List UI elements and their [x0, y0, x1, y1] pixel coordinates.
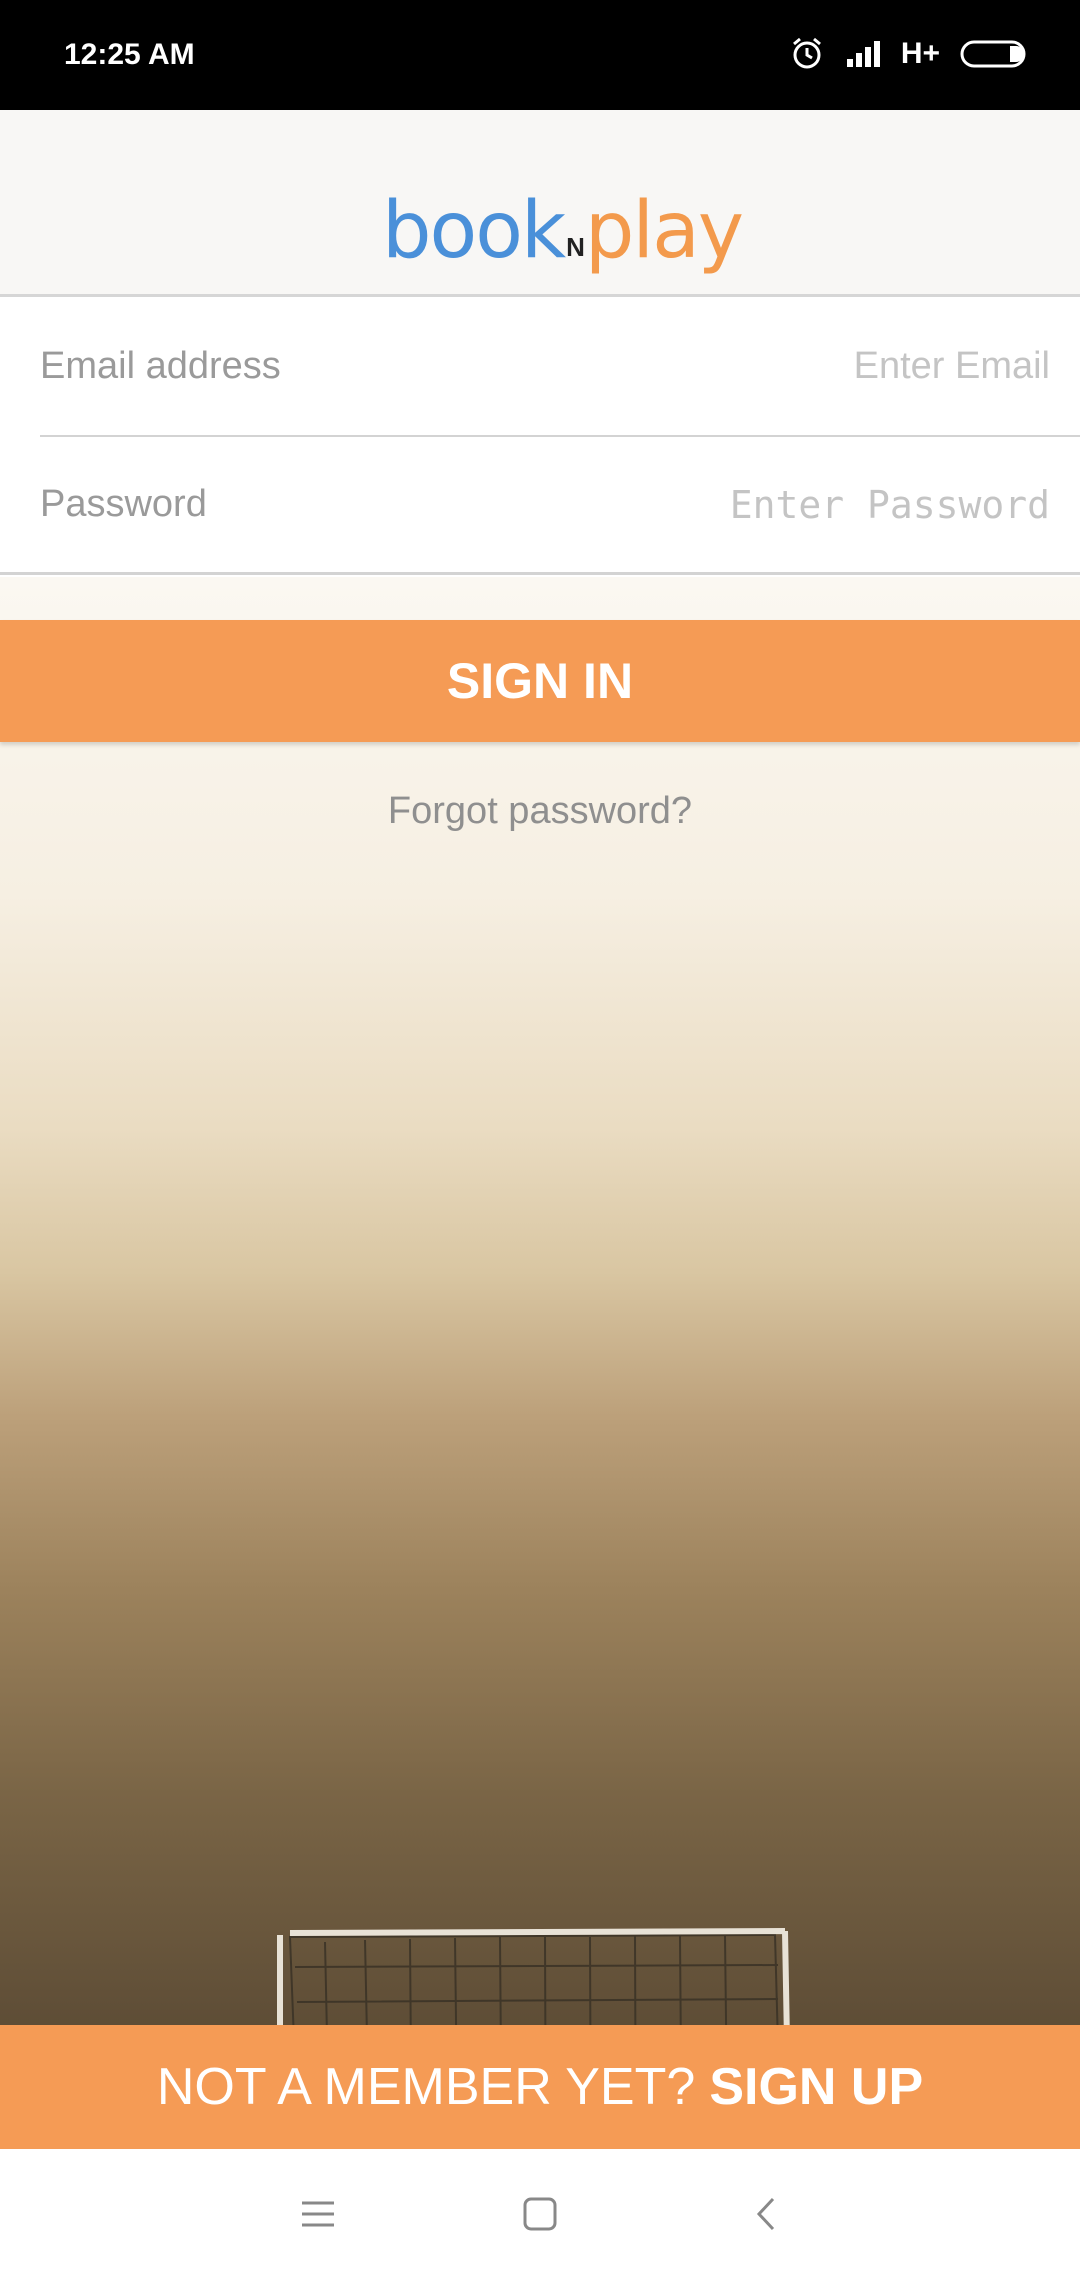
system-nav-bar	[0, 2149, 1080, 2280]
password-input[interactable]	[488, 481, 1080, 528]
home-icon[interactable]	[510, 2189, 570, 2239]
password-label: Password	[40, 483, 207, 525]
soccer-goal-image	[277, 1928, 790, 2025]
menu-icon[interactable]	[288, 2189, 348, 2239]
app-header: book N play	[0, 110, 1080, 297]
status-time: 12:25 AM	[64, 38, 195, 71]
signup-link[interactable]: SIGN UP	[709, 2057, 923, 2117]
forgot-password-link[interactable]: Forgot password?	[0, 790, 1080, 833]
email-field-row: Email address	[40, 297, 1080, 437]
password-field-row: Password	[0, 437, 1080, 575]
status-icons: H+	[789, 36, 1030, 72]
signup-bar[interactable]: NOT A MEMBER YET? SIGN UP	[0, 2025, 1080, 2149]
status-bar: 12:25 AM H+	[0, 0, 1080, 110]
signup-prompt: NOT A MEMBER YET?	[156, 2058, 696, 2116]
battery-icon	[960, 40, 1026, 68]
sign-in-button[interactable]: SIGN IN	[0, 620, 1080, 742]
email-input[interactable]	[488, 343, 1080, 389]
alarm-icon	[792, 37, 821, 69]
signal-icon	[846, 41, 880, 67]
booknplay-logo: book N play	[382, 186, 744, 276]
back-icon[interactable]	[736, 2189, 796, 2239]
network-type: H+	[900, 37, 940, 70]
login-form: Email address Password	[0, 297, 1080, 577]
email-label: Email address	[40, 344, 281, 387]
